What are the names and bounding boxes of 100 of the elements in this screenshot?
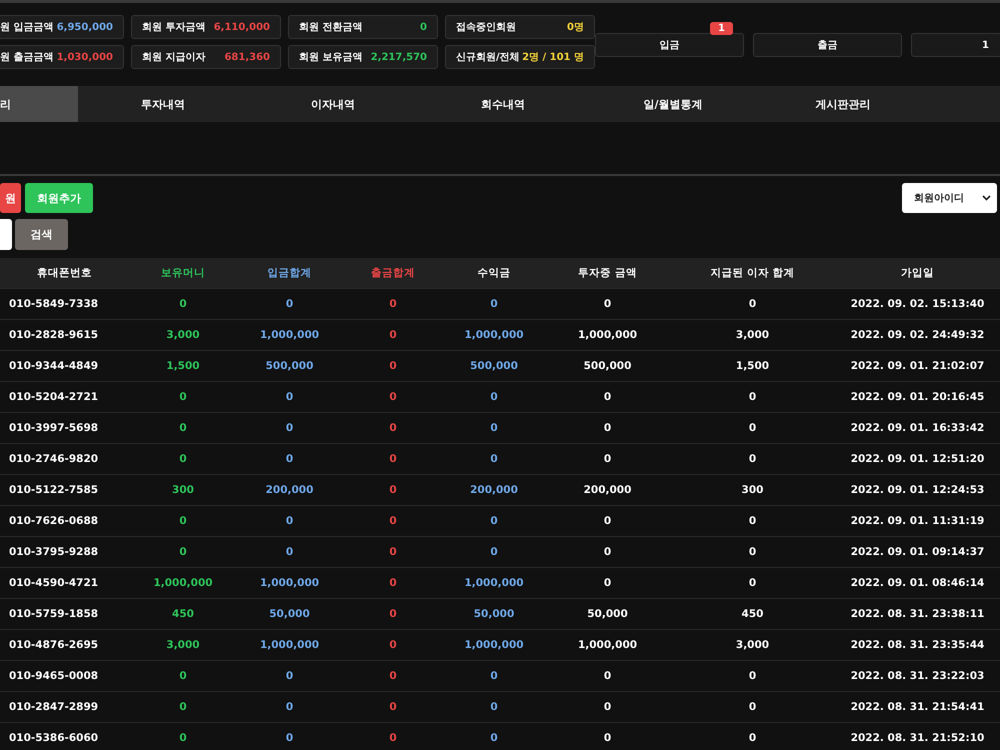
table-cell: 010-3997-5698 [0, 412, 130, 444]
table-cell: 1,000,000 [443, 320, 545, 350]
table-cell: 0 [343, 506, 443, 536]
action-button[interactable]: 원 [0, 183, 21, 213]
table-cell: 500,000 [443, 350, 545, 382]
quick-button[interactable]: 1 [911, 33, 1000, 57]
table-cell: 0 [545, 660, 670, 692]
nav-tab[interactable]: 게시판관리 [758, 86, 928, 122]
table-cell: 010-2746-9820 [0, 444, 130, 474]
table-cell: 0 [130, 722, 236, 750]
table-cell: 0 [670, 692, 835, 722]
stat-value: 6,950,000 [56, 22, 113, 32]
count-badge: 1 [710, 22, 733, 35]
table-cell: 0 [670, 722, 835, 750]
table-cell: 450 [670, 598, 835, 630]
table-cell: 0 [670, 288, 835, 320]
nav-tab[interactable]: 회수내역 [418, 86, 588, 122]
table-cell: 0 [443, 692, 545, 722]
table-cell: 0 [236, 412, 343, 444]
table-cell: 0 [545, 722, 670, 750]
table-cell: 3,000 [130, 320, 236, 350]
table-cell: 0 [670, 382, 835, 412]
table-cell: 0 [443, 288, 545, 320]
nav-tab[interactable]: 리 [0, 86, 78, 122]
table-cell: 0 [670, 660, 835, 692]
table-cell: 0 [343, 288, 443, 320]
stat-label: 신규회원/전체 [456, 51, 520, 64]
table-cell: 0 [236, 536, 343, 568]
table-cell: 0 [343, 598, 443, 630]
table-cell: 50,000 [236, 598, 343, 630]
table-cell: 1,000,000 [443, 630, 545, 660]
table-cell: 200,000 [236, 474, 343, 506]
table-cell: 0 [443, 536, 545, 568]
table-cell: 0 [545, 412, 670, 444]
table-cell: 0 [443, 382, 545, 412]
table-cell: 010-9344-4849 [0, 350, 130, 382]
table-cell: 0 [545, 568, 670, 598]
table-cell: 2022. 08. 31. 23:35:44 [835, 630, 1000, 660]
table-cell: 3,000 [670, 320, 835, 350]
table-cell: 0 [670, 444, 835, 474]
table-cell: 0 [343, 568, 443, 598]
table-cell: 010-3795-9288 [0, 536, 130, 568]
table-cell: 0 [236, 506, 343, 536]
table-cell: 2022. 08. 31. 21:54:41 [835, 692, 1000, 722]
quick-button[interactable]: 출금 [753, 33, 902, 57]
search-button[interactable]: 검색 [15, 219, 68, 250]
table-cell: 0 [343, 350, 443, 382]
table-cell: 010-5386-6060 [0, 722, 130, 750]
table-cell: 2022. 09. 01. 21:02:07 [835, 350, 1000, 382]
table-cell: 0 [130, 660, 236, 692]
table-cell: 2022. 08. 31. 23:38:11 [835, 598, 1000, 630]
column-header: 가입일 [835, 258, 1000, 288]
quick-button[interactable]: 입금 [595, 33, 744, 57]
table-cell: 0 [343, 660, 443, 692]
table-cell: 010-5849-7338 [0, 288, 130, 320]
search-select[interactable]: 회원아이디 [902, 183, 997, 213]
table-cell: 0 [545, 288, 670, 320]
table-cell: 2022. 09. 01. 11:31:19 [835, 506, 1000, 536]
stat-label: 원 입금금액 [0, 21, 54, 34]
column-header: 지급된 이자 합계 [670, 258, 835, 288]
table-cell: 0 [130, 382, 236, 412]
table-cell: 0 [236, 722, 343, 750]
column-header: 보유머니 [130, 258, 236, 288]
column-header: 투자중 금액 [545, 258, 670, 288]
stat-value: 681,360 [224, 52, 270, 62]
table-cell: 0 [236, 382, 343, 412]
table-cell: 010-4590-4721 [0, 568, 130, 598]
table-cell: 0 [545, 382, 670, 412]
table-cell: 0 [443, 660, 545, 692]
nav-tab[interactable]: 투자내역 [78, 86, 248, 122]
table-cell: 0 [343, 474, 443, 506]
table-cell: 010-2828-9615 [0, 320, 130, 350]
table-cell: 2022. 09. 01. 08:46:14 [835, 568, 1000, 598]
table-cell: 50,000 [443, 598, 545, 630]
table-cell: 2022. 09. 01. 09:14:37 [835, 536, 1000, 568]
table-cell: 010-4876-2695 [0, 630, 130, 660]
table-cell: 200,000 [545, 474, 670, 506]
nav-tab[interactable]: 이자내역 [248, 86, 418, 122]
table-cell: 1,500 [670, 350, 835, 382]
table-cell: 0 [236, 660, 343, 692]
stat-label: 회원 보유금액 [299, 51, 362, 64]
search-field[interactable] [0, 219, 12, 250]
table-cell: 0 [236, 288, 343, 320]
table-cell: 010-7626-0688 [0, 506, 130, 536]
stat-label: 회원 투자금액 [142, 21, 206, 34]
nav-tab[interactable]: 일/월별통계 [588, 86, 758, 122]
table-cell: 010-5204-2721 [0, 382, 130, 412]
table-cell: 0 [443, 506, 545, 536]
table-cell: 2022. 09. 02. 15:13:40 [835, 288, 1000, 320]
table-cell: 300 [130, 474, 236, 506]
table-cell: 010-5759-1858 [0, 598, 130, 630]
table-cell: 0 [670, 412, 835, 444]
table-cell: 0 [343, 444, 443, 474]
table-cell: 500,000 [545, 350, 670, 382]
stat-label: 접속중인회원 [456, 21, 516, 34]
stat-value: 0명 [567, 21, 584, 34]
table-cell: 0 [130, 692, 236, 722]
stat-value: 6,110,000 [214, 22, 270, 32]
table-cell: 2022. 09. 01. 20:16:45 [835, 382, 1000, 412]
table-cell: 2022. 09. 02. 24:49:32 [835, 320, 1000, 350]
